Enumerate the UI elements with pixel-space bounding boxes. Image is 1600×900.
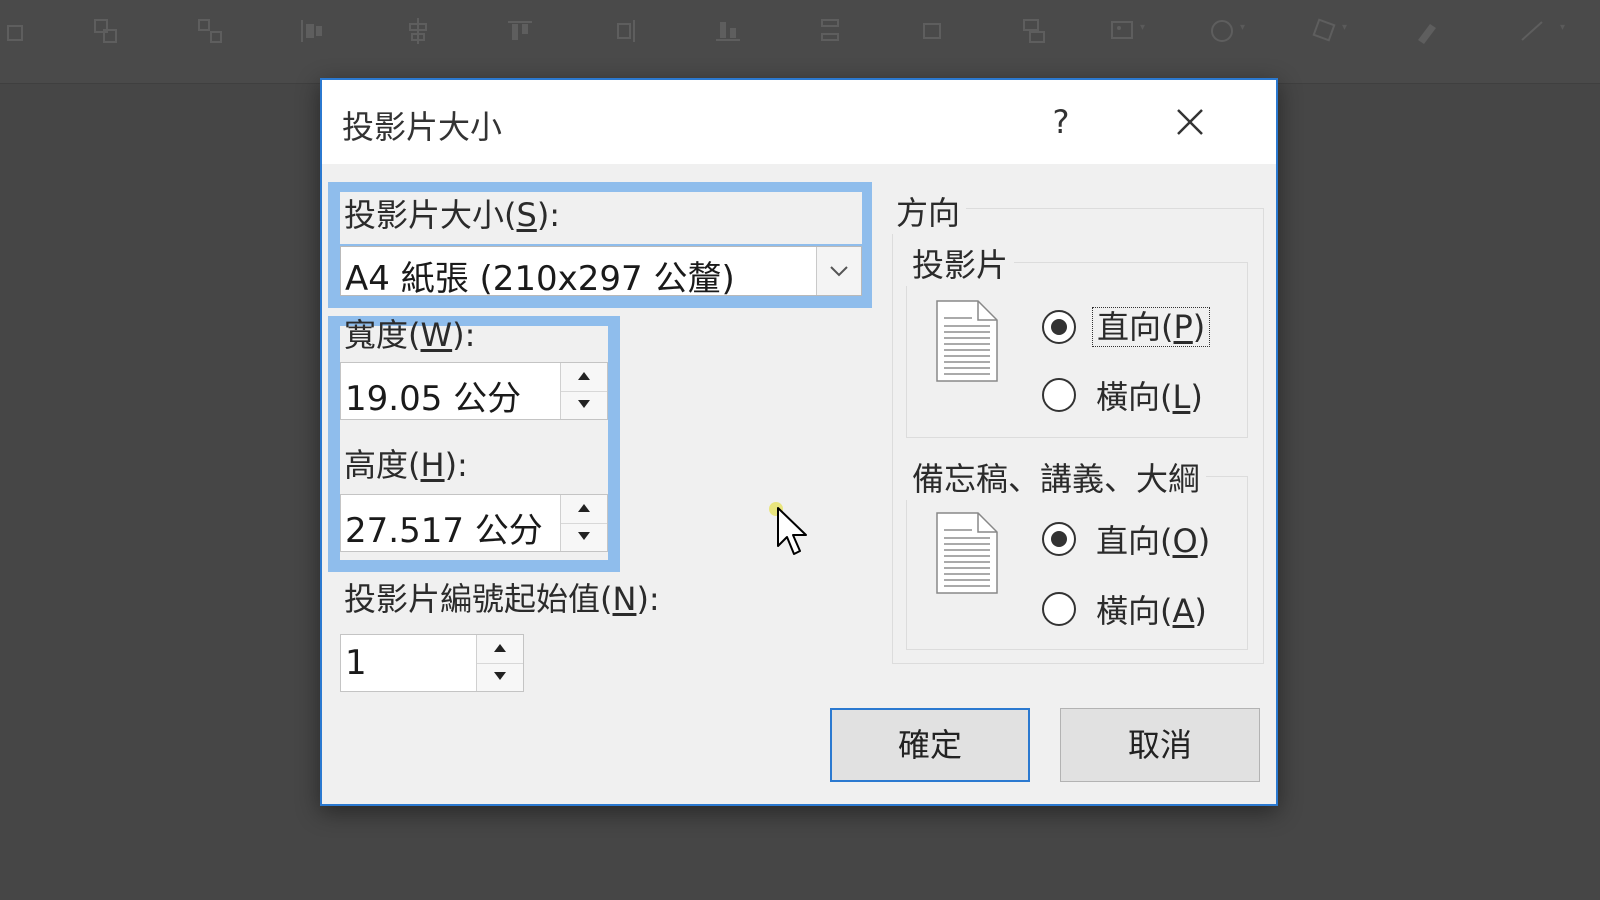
- close-button[interactable]: [1154, 94, 1224, 150]
- notes-orientation-title: 備忘稿、講義、大綱: [906, 454, 1207, 500]
- slide-size-label: 投影片大小(S):: [344, 196, 561, 234]
- slides-landscape-label[interactable]: 橫向(L): [1096, 372, 1203, 418]
- width-spin-buttons: [560, 363, 607, 419]
- ribbon-dropdown-icon: ▾: [1342, 22, 1348, 33]
- numbering-increase-button[interactable]: [477, 635, 523, 664]
- ok-button[interactable]: 確定: [830, 708, 1030, 782]
- height-spinbox[interactable]: 27.517 公分: [340, 494, 608, 552]
- ribbon-align-right-icon: [610, 16, 638, 46]
- ribbon-picture-icon: [1108, 16, 1136, 46]
- numbering-label: 投影片編號起始值(N):: [344, 580, 660, 618]
- orientation-title: 方向: [890, 188, 967, 234]
- numbering-decrease-button[interactable]: [477, 663, 523, 691]
- width-decrease-button[interactable]: [561, 391, 607, 419]
- ribbon-shape-fill-icon: [1310, 16, 1338, 46]
- portrait-page-icon: [936, 300, 998, 382]
- arrow-up-icon: [578, 372, 590, 380]
- dialog-titlebar: 投影片大小 ?: [322, 80, 1276, 164]
- help-button[interactable]: ?: [1026, 94, 1096, 150]
- chevron-down-icon: [830, 266, 848, 277]
- notes-landscape-label[interactable]: 橫向(A): [1096, 586, 1207, 632]
- notes-portrait-radio[interactable]: [1042, 522, 1076, 556]
- ribbon-distribute-icon: [816, 16, 844, 46]
- ribbon-bring-forward-icon: [918, 16, 946, 46]
- slides-portrait-radio[interactable]: [1042, 310, 1076, 344]
- ribbon-align-left-icon: [298, 16, 326, 46]
- width-value: 19.05 公分: [345, 379, 522, 419]
- ribbon-background: ▾ ▾ ▾ ▾: [0, 0, 1600, 84]
- mouse-cursor-icon: [777, 507, 807, 555]
- numbering-value: 1: [345, 643, 367, 683]
- ribbon-align-center-icon: [404, 16, 432, 46]
- arrow-down-icon: [578, 532, 590, 540]
- dialog-title: 投影片大小: [342, 108, 503, 146]
- height-spin-buttons: [560, 495, 607, 551]
- width-spinbox[interactable]: 19.05 公分: [340, 362, 608, 420]
- ribbon-shape-icon: [4, 16, 32, 46]
- ribbon-format-painter-icon: [1414, 16, 1442, 46]
- portrait-page-icon: [936, 512, 998, 594]
- height-value: 27.517 公分: [345, 511, 543, 551]
- slides-portrait-label[interactable]: 直向(P): [1092, 302, 1211, 348]
- arrow-up-icon: [578, 504, 590, 512]
- ribbon-dropdown-icon: ▾: [1240, 22, 1246, 33]
- ribbon-send-backward-icon: [1020, 16, 1048, 46]
- ribbon-ungroup-icon: [196, 16, 224, 46]
- height-increase-button[interactable]: [561, 495, 607, 524]
- close-icon: [1177, 109, 1203, 135]
- height-decrease-button[interactable]: [561, 523, 607, 551]
- arrow-down-icon: [578, 400, 590, 408]
- width-increase-button[interactable]: [561, 363, 607, 392]
- ribbon-effects-icon: [1208, 16, 1236, 46]
- height-label: 高度(H):: [344, 446, 468, 484]
- ribbon-line-icon: [1518, 16, 1546, 46]
- ribbon-dropdown-icon: ▾: [1560, 22, 1566, 33]
- ribbon-align-bottom-icon: [714, 16, 742, 46]
- numbering-spin-buttons: [476, 635, 523, 691]
- arrow-up-icon: [494, 644, 506, 652]
- slide-size-dialog: 投影片大小 ? 投影片大小(S): A4 紙張 (210x297 公釐) 寬度(…: [320, 78, 1278, 806]
- ribbon-align-top-icon: [506, 16, 534, 46]
- numbering-spinbox[interactable]: 1: [340, 634, 524, 692]
- ribbon-group-icon: [92, 16, 120, 46]
- arrow-down-icon: [494, 672, 506, 680]
- slides-orientation-title: 投影片: [906, 240, 1015, 286]
- width-label: 寬度(W):: [344, 316, 476, 354]
- slide-size-value: A4 紙張 (210x297 公釐): [345, 259, 735, 299]
- slide-size-dropdown-button[interactable]: [816, 247, 861, 295]
- ribbon-dropdown-icon: ▾: [1140, 22, 1146, 33]
- notes-portrait-label[interactable]: 直向(O): [1096, 516, 1210, 562]
- notes-landscape-radio[interactable]: [1042, 592, 1076, 626]
- slides-landscape-radio[interactable]: [1042, 378, 1076, 412]
- slide-size-combobox[interactable]: A4 紙張 (210x297 公釐): [340, 246, 862, 299]
- cancel-button[interactable]: 取消: [1060, 708, 1260, 782]
